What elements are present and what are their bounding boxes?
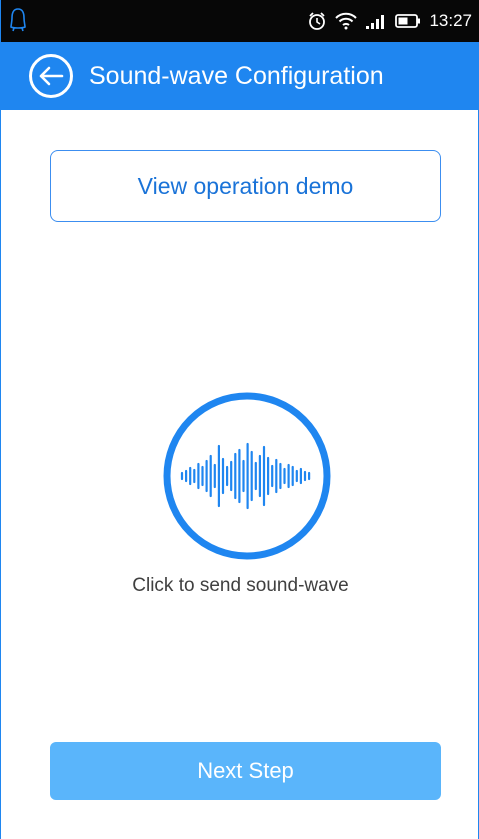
view-demo-button[interactable]: View operation demo (50, 150, 441, 222)
next-step-button[interactable]: Next Step (50, 742, 441, 800)
qq-penguin-icon (10, 8, 26, 32)
status-icons: 13:27 (307, 0, 472, 42)
alarm-icon (309, 12, 326, 30)
wifi-icon (335, 12, 358, 30)
app-screen: 13:27 Sound-wave Configuration View oper… (0, 0, 479, 839)
header-bar: Sound-wave Configuration (1, 42, 479, 110)
status-bar: 13:27 (1, 0, 479, 42)
sound-wave-icon (163, 392, 331, 560)
sound-wave-caption: Click to send sound-wave (132, 575, 349, 596)
back-button[interactable] (29, 54, 73, 98)
status-time: 13:27 (429, 11, 472, 30)
page-title: Sound-wave Configuration (89, 62, 384, 90)
send-sound-wave-button[interactable] (162, 391, 332, 561)
back-arrow-icon (39, 66, 64, 86)
signal-icon (366, 15, 385, 29)
battery-icon (395, 14, 421, 28)
